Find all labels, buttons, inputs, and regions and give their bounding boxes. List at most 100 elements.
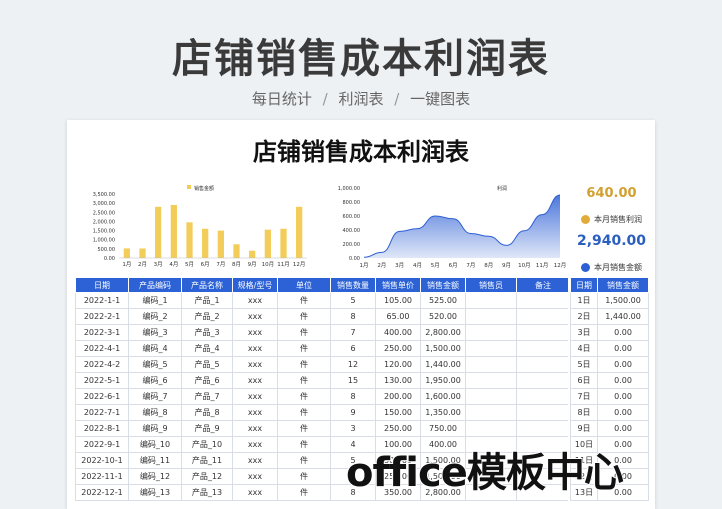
sales-table-cell[interactable]: 2022-1-1: [75, 292, 129, 309]
daily-table-cell[interactable]: 0.00: [597, 420, 649, 437]
sales-table-cell[interactable]: 8: [330, 388, 376, 405]
sales-table-cell[interactable]: 件: [277, 340, 331, 357]
sales-table-cell[interactable]: 8: [330, 308, 376, 325]
sales-table-cell[interactable]: 产品_11: [181, 452, 233, 469]
sales-table-cell[interactable]: 件: [277, 452, 331, 469]
sales-table-cell[interactable]: 产品_9: [181, 420, 233, 437]
daily-table-cell[interactable]: 0.00: [597, 372, 649, 389]
sales-table-cell[interactable]: 5: [330, 292, 376, 309]
sales-table-cell[interactable]: [465, 292, 517, 309]
sales-table-cell[interactable]: 编码_9: [128, 420, 182, 437]
sales-table-cell[interactable]: 编码_7: [128, 388, 182, 405]
sales-table-cell[interactable]: xxx: [232, 324, 278, 341]
sales-table-cell[interactable]: [465, 308, 517, 325]
sales-table-cell[interactable]: 2022-3-1: [75, 324, 129, 341]
sales-table-cell[interactable]: [465, 372, 517, 389]
sales-table-cell[interactable]: 编码_10: [128, 436, 182, 453]
sales-table-cell[interactable]: 6: [330, 340, 376, 357]
daily-table-cell[interactable]: 9日: [570, 420, 598, 437]
sales-table-cell[interactable]: [516, 356, 570, 373]
sales-table-cell[interactable]: xxx: [232, 468, 278, 485]
sales-table-cell[interactable]: 15: [330, 372, 376, 389]
sales-table-cell[interactable]: 产品_12: [181, 468, 233, 485]
sales-table-cell[interactable]: 520.00: [420, 308, 466, 325]
daily-table-cell[interactable]: 0.00: [597, 340, 649, 357]
sales-table-cell[interactable]: [516, 340, 570, 357]
sales-table-cell[interactable]: [465, 324, 517, 341]
sales-table-cell[interactable]: 编码_2: [128, 308, 182, 325]
sales-table-cell[interactable]: [516, 308, 570, 325]
sales-table-cell[interactable]: xxx: [232, 404, 278, 421]
sales-table-cell[interactable]: xxx: [232, 308, 278, 325]
sales-table-cell[interactable]: [465, 356, 517, 373]
sales-table-cell[interactable]: 件: [277, 468, 331, 485]
sales-table-cell[interactable]: [516, 404, 570, 421]
sales-table-cell[interactable]: 编码_13: [128, 484, 182, 501]
sales-table-cell[interactable]: 2022-4-2: [75, 356, 129, 373]
sales-table-cell[interactable]: 12: [330, 356, 376, 373]
sales-table-cell[interactable]: 3: [330, 420, 376, 437]
sales-table-cell[interactable]: xxx: [232, 356, 278, 373]
sales-table-cell[interactable]: xxx: [232, 292, 278, 309]
sales-table-cell[interactable]: 750.00: [420, 420, 466, 437]
sales-table-cell[interactable]: xxx: [232, 436, 278, 453]
sales-table-cell[interactable]: 2022-7-1: [75, 404, 129, 421]
sales-table-cell[interactable]: xxx: [232, 372, 278, 389]
sales-table-cell[interactable]: [465, 420, 517, 437]
sales-table-cell[interactable]: 件: [277, 388, 331, 405]
sales-table-cell[interactable]: 产品_3: [181, 324, 233, 341]
sales-table-cell[interactable]: 2022-11-1: [75, 468, 129, 485]
sales-table-cell[interactable]: [516, 324, 570, 341]
sales-table-cell[interactable]: 件: [277, 308, 331, 325]
sales-table-cell[interactable]: 1,950.00: [420, 372, 466, 389]
sales-table-cell[interactable]: 2022-12-1: [75, 484, 129, 501]
sales-table-cell[interactable]: 编码_4: [128, 340, 182, 357]
sales-table-cell[interactable]: 1,600.00: [420, 388, 466, 405]
sales-table-cell[interactable]: 编码_1: [128, 292, 182, 309]
sales-table-cell[interactable]: 1,440.00: [420, 356, 466, 373]
sales-table-cell[interactable]: 2022-4-1: [75, 340, 129, 357]
daily-table-cell[interactable]: 0.00: [597, 404, 649, 421]
sales-table-cell[interactable]: xxx: [232, 452, 278, 469]
sales-table-cell[interactable]: 编码_3: [128, 324, 182, 341]
sales-table-cell[interactable]: 件: [277, 372, 331, 389]
sales-table-cell[interactable]: 产品_5: [181, 356, 233, 373]
sales-table-cell[interactable]: 2022-6-1: [75, 388, 129, 405]
sales-table-cell[interactable]: 200.00: [375, 388, 421, 405]
sales-table-cell[interactable]: [465, 340, 517, 357]
sales-table-cell[interactable]: 2022-9-1: [75, 436, 129, 453]
daily-table-cell[interactable]: 0.00: [597, 356, 649, 373]
daily-table-cell[interactable]: 4日: [570, 340, 598, 357]
sales-table-cell[interactable]: 件: [277, 292, 331, 309]
sales-table-cell[interactable]: 2022-5-1: [75, 372, 129, 389]
sales-table-cell[interactable]: [516, 292, 570, 309]
sales-table-cell[interactable]: 130.00: [375, 372, 421, 389]
sales-table-cell[interactable]: [465, 388, 517, 405]
daily-table-cell[interactable]: 3日: [570, 324, 598, 341]
sales-table-cell[interactable]: 9: [330, 404, 376, 421]
sales-table-cell[interactable]: [516, 388, 570, 405]
sales-table-cell[interactable]: [516, 372, 570, 389]
sales-table-cell[interactable]: 120.00: [375, 356, 421, 373]
daily-table-cell[interactable]: 5日: [570, 356, 598, 373]
sales-table-cell[interactable]: 产品_2: [181, 308, 233, 325]
daily-table-cell[interactable]: 8日: [570, 404, 598, 421]
sales-table-cell[interactable]: 250.00: [375, 420, 421, 437]
sales-table-cell[interactable]: 2022-2-1: [75, 308, 129, 325]
sales-table-cell[interactable]: xxx: [232, 420, 278, 437]
daily-table-cell[interactable]: 0.00: [597, 388, 649, 405]
sales-table-cell[interactable]: 产品_6: [181, 372, 233, 389]
sales-table-cell[interactable]: 产品_7: [181, 388, 233, 405]
sales-table-cell[interactable]: 编码_6: [128, 372, 182, 389]
sales-table-cell[interactable]: 525.00: [420, 292, 466, 309]
sales-table-cell[interactable]: 产品_13: [181, 484, 233, 501]
sales-table-cell[interactable]: 件: [277, 420, 331, 437]
sales-table-cell[interactable]: 编码_11: [128, 452, 182, 469]
daily-table-cell[interactable]: 1,500.00: [597, 292, 649, 309]
sales-table-cell[interactable]: 2,800.00: [420, 324, 466, 341]
sales-table-cell[interactable]: 1,500.00: [420, 340, 466, 357]
sales-table-cell[interactable]: 件: [277, 436, 331, 453]
sales-table-cell[interactable]: 编码_8: [128, 404, 182, 421]
sales-table-cell[interactable]: [465, 404, 517, 421]
sales-table-cell[interactable]: 产品_8: [181, 404, 233, 421]
